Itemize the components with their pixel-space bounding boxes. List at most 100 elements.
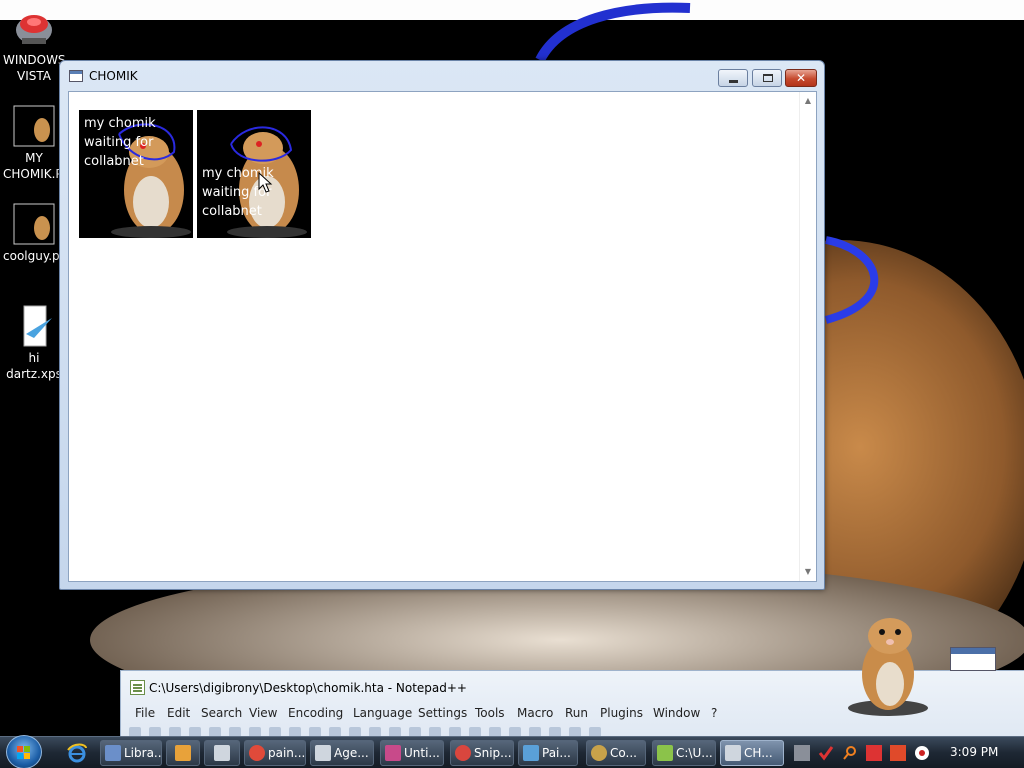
maximize-icon [763, 74, 773, 82]
search-tray-icon[interactable] [842, 745, 858, 761]
chrome-icon [249, 745, 265, 761]
taskbar-button-calculator[interactable] [204, 740, 240, 766]
paint-app-icon [385, 745, 401, 761]
taskbar-button-agent[interactable]: Age... [310, 740, 374, 766]
system-tray: 3:09 PM [790, 737, 1024, 768]
paint-icon [523, 745, 539, 761]
close-all-icon[interactable] [229, 727, 241, 736]
hamster-thumbnail[interactable]: my chomik waiting for collabnet [79, 110, 193, 238]
hamster-thumbnail[interactable]: my chomik waiting for collabnet [197, 110, 311, 238]
scroll-up-arrow-icon[interactable]: ▲ [800, 94, 816, 108]
media-tray-icon[interactable] [914, 745, 930, 761]
menu-view[interactable]: View [249, 704, 277, 722]
menu-encoding[interactable]: Encoding [288, 704, 343, 722]
close-button[interactable]: ✕ [785, 69, 817, 87]
desktop-icon-label: hi dartz.xps [6, 351, 62, 381]
vertical-scrollbar[interactable]: ▲ ▼ [799, 92, 816, 581]
indent-guide-icon[interactable] [509, 727, 521, 736]
maximize-button[interactable] [752, 69, 782, 87]
start-button[interactable] [6, 735, 42, 768]
image-file-icon [12, 104, 56, 148]
library-icon [105, 745, 121, 761]
menu-window[interactable]: Window [653, 704, 700, 722]
redo-icon[interactable] [349, 727, 361, 736]
taskbar-button-paint[interactable]: Pai... [518, 740, 578, 766]
menu-plugins[interactable]: Plugins [600, 704, 643, 722]
zoom-out-icon[interactable] [429, 727, 441, 736]
taskbar-button-co[interactable]: Co... [586, 740, 646, 766]
checkmark-tray-icon[interactable] [818, 745, 834, 761]
window-title: CHOMIK [89, 69, 138, 83]
snipping-tool-icon [455, 745, 471, 761]
flag-tray-icon[interactable] [866, 745, 882, 761]
notepadpp-icon [130, 680, 145, 695]
menu-tools[interactable]: Tools [475, 704, 505, 722]
copy-icon[interactable] [289, 727, 301, 736]
media-player-icon [175, 745, 191, 761]
find-icon[interactable] [369, 727, 381, 736]
chomik-png-icon[interactable]: MY CHOMIK.PNG [3, 104, 65, 182]
desktop-icon-label: coolguy.png [3, 249, 65, 263]
coin-icon [591, 745, 607, 761]
mouse-cursor-icon [258, 172, 273, 193]
settings-tray-icon[interactable] [794, 745, 810, 761]
window-icon [725, 745, 741, 761]
xps-icon[interactable]: hi dartz.xps [3, 304, 65, 382]
play-macro-icon[interactable] [569, 727, 581, 736]
close-icon: ✕ [795, 71, 807, 85]
taskbar-button-media-player[interactable] [166, 740, 200, 766]
coolguy-png-icon[interactable]: coolguy.png [3, 202, 65, 264]
taskbar-button-chomik[interactable]: CH... [720, 740, 784, 766]
menu-edit[interactable]: Edit [167, 704, 190, 722]
close-file-icon[interactable] [209, 727, 221, 736]
title-bar[interactable]: CHOMIK ✕ [60, 61, 824, 91]
chomik-window: CHOMIK ✕ my chomik waiting for collabnet [59, 60, 825, 590]
rectangle-tray-icon[interactable] [890, 745, 906, 761]
zoom-in-icon[interactable] [409, 727, 421, 736]
menu-macro[interactable]: Macro [517, 704, 553, 722]
stop-macro-icon[interactable] [549, 727, 561, 736]
hamster-sprite[interactable] [838, 608, 934, 718]
menu-language[interactable]: Language [353, 704, 412, 722]
open-file-icon[interactable] [149, 727, 161, 736]
undo-icon[interactable] [329, 727, 341, 736]
scroll-down-arrow-icon[interactable]: ▼ [800, 565, 816, 579]
word-wrap-icon[interactable] [469, 727, 481, 736]
image-file-icon [12, 202, 56, 246]
cut-icon[interactable] [269, 727, 281, 736]
taskbar-button-chrome[interactable]: pain... [244, 740, 306, 766]
notepadpp-title: C:\Users\digibrony\Desktop\chomik.hta - … [149, 681, 467, 695]
save-icon[interactable] [169, 727, 181, 736]
menu-help[interactable]: ? [711, 704, 717, 722]
vista-icon[interactable]: WINDOWS VISTA [3, 6, 65, 84]
run-macro-icon[interactable] [589, 727, 601, 736]
thumbnail-caption: my chomik waiting for collabnet [202, 166, 274, 219]
taskbar-button-library[interactable]: Libra... [100, 740, 162, 766]
record-macro-icon[interactable] [529, 727, 541, 736]
calculator-icon [214, 745, 230, 761]
window-icon [315, 745, 331, 761]
show-all-chars-icon[interactable] [489, 727, 501, 736]
minimize-button[interactable] [718, 69, 748, 87]
sync-scroll-icon[interactable] [449, 727, 461, 736]
internet-explorer-icon[interactable] [66, 742, 88, 764]
paste-icon[interactable] [309, 727, 321, 736]
clock[interactable]: 3:09 PM [950, 745, 998, 759]
replace-icon[interactable] [389, 727, 401, 736]
menu-settings[interactable]: Settings [418, 704, 467, 722]
menu-run[interactable]: Run [565, 704, 588, 722]
print-icon[interactable] [249, 727, 261, 736]
taskbar-button-notepadpp[interactable]: C:\U... [652, 740, 716, 766]
xps-document-icon [12, 304, 56, 348]
menu-file[interactable]: File [135, 704, 155, 722]
taskbar: Libra... pain... Age... Unti... Snip... … [0, 735, 1024, 768]
window-icon[interactable] [950, 647, 996, 671]
npp-toolbar [129, 727, 1019, 736]
desktop-icon-label: MY CHOMIK.PNG [3, 151, 65, 181]
new-file-icon[interactable] [129, 727, 141, 736]
minimize-icon [729, 80, 738, 83]
taskbar-button-snipping[interactable]: Snip... [450, 740, 514, 766]
save-all-icon[interactable] [189, 727, 201, 736]
taskbar-button-untitled[interactable]: Unti... [380, 740, 444, 766]
menu-search[interactable]: Search [201, 704, 242, 722]
